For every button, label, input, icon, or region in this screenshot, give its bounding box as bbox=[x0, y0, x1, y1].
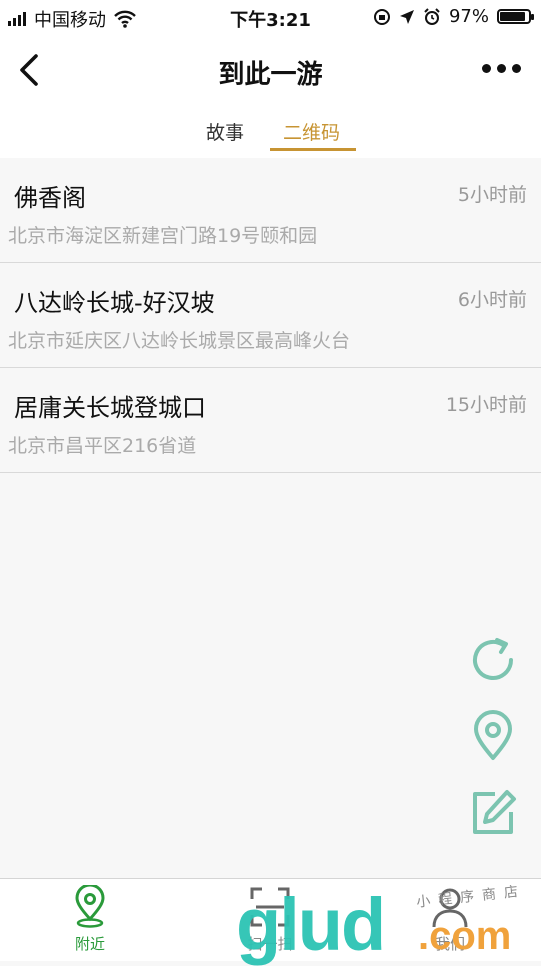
active-tab-indicator bbox=[270, 148, 356, 151]
status-right: 97% bbox=[373, 6, 534, 27]
tab-story[interactable]: 故事 bbox=[206, 118, 244, 145]
place-address: 北京市延庆区八达岭长城景区最高峰火台 bbox=[8, 330, 351, 352]
tabbar-item-nearby[interactable]: 附近 bbox=[40, 883, 140, 954]
place-name: 佛香阁 bbox=[14, 184, 86, 212]
location-pin-icon[interactable] bbox=[467, 710, 519, 762]
place-name: 八达岭长城-好汉坡 bbox=[14, 289, 215, 317]
tabbar-item-scan[interactable]: 扫一扫 bbox=[220, 885, 320, 954]
rotation-lock-icon bbox=[373, 8, 390, 25]
refresh-icon[interactable] bbox=[467, 634, 519, 686]
place-address: 北京市昌平区216省道 bbox=[8, 435, 197, 457]
place-list: 佛香阁 5小时前 北京市海淀区新建宫门路19号颐和园 八达岭长城-好汉坡 6小时… bbox=[0, 158, 541, 473]
location-pin-icon bbox=[75, 883, 105, 928]
tabbar-label: 扫一扫 bbox=[247, 935, 293, 953]
tabbar-item-me[interactable]: 我们 bbox=[400, 885, 500, 954]
battery-percent: 97% bbox=[448, 6, 489, 27]
list-item[interactable]: 居庸关长城登城口 15小时前 北京市昌平区216省道 bbox=[0, 368, 541, 473]
list-item[interactable]: 佛香阁 5小时前 北京市海淀区新建宫门路19号颐和园 bbox=[0, 158, 541, 263]
tabbar-label: 我们 bbox=[434, 935, 465, 953]
page-title: 到此一游 bbox=[218, 60, 323, 90]
battery-icon bbox=[497, 9, 534, 24]
tabbar-label: 附近 bbox=[74, 935, 105, 953]
place-address: 北京市海淀区新建宫门路19号颐和园 bbox=[8, 225, 318, 247]
status-bar: 中国移动 下午3:21 97% bbox=[0, 0, 541, 36]
battery-fill bbox=[500, 12, 525, 21]
list-item[interactable]: 八达岭长城-好汉坡 6小时前 北京市延庆区八达岭长城景区最高峰火台 bbox=[0, 263, 541, 368]
place-time: 15小时前 bbox=[445, 394, 527, 416]
alarm-icon bbox=[424, 7, 440, 25]
edit-icon[interactable] bbox=[467, 786, 519, 838]
place-name: 居庸关长城登城口 bbox=[14, 394, 206, 422]
person-icon bbox=[432, 888, 468, 928]
nav-bar: 到此一游 bbox=[0, 36, 541, 106]
scan-icon bbox=[250, 887, 290, 927]
place-time: 6小时前 bbox=[457, 289, 527, 311]
bottom-tab-bar: 附近 扫一扫 我们 bbox=[0, 878, 541, 961]
place-time: 5小时前 bbox=[457, 184, 527, 206]
more-dots-icon[interactable] bbox=[482, 64, 521, 73]
tab-bar: 故事 二维码 bbox=[0, 106, 541, 158]
location-arrow-icon bbox=[399, 9, 414, 24]
tab-qrcode[interactable]: 二维码 bbox=[283, 118, 340, 145]
